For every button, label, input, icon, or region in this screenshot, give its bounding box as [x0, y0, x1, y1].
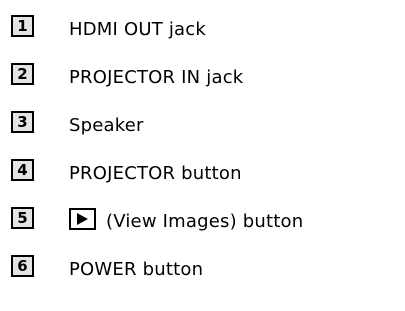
item-label: (View Images) button — [106, 211, 304, 232]
number-badge: 5 — [11, 207, 34, 229]
item-label: PROJECTOR button — [69, 163, 242, 184]
item-label: Speaker — [69, 115, 144, 136]
legend-item-speaker: 3 Speaker — [0, 111, 405, 151]
item-label: HDMI OUT jack — [69, 19, 206, 40]
legend-item-power-button: 6 POWER button — [0, 255, 405, 295]
number-badge: 4 — [11, 159, 34, 181]
parts-legend-list: 1 HDMI OUT jack 2 PROJECTOR IN jack 3 Sp… — [0, 0, 405, 311]
number-badge: 1 — [11, 15, 34, 37]
number-badge: 3 — [11, 111, 34, 133]
play-icon — [69, 208, 96, 230]
item-label: PROJECTOR IN jack — [69, 67, 244, 88]
legend-item-view-images-button: 5 (View Images) button — [0, 207, 405, 247]
legend-item-hdmi-out-jack: 1 HDMI OUT jack — [0, 15, 405, 55]
number-badge: 2 — [11, 63, 34, 85]
item-label: POWER button — [69, 259, 204, 280]
item-label-with-icon: (View Images) button — [69, 208, 303, 233]
legend-item-projector-in-jack: 2 PROJECTOR IN jack — [0, 63, 405, 103]
number-badge: 6 — [11, 255, 34, 277]
legend-item-projector-button: 4 PROJECTOR button — [0, 159, 405, 199]
